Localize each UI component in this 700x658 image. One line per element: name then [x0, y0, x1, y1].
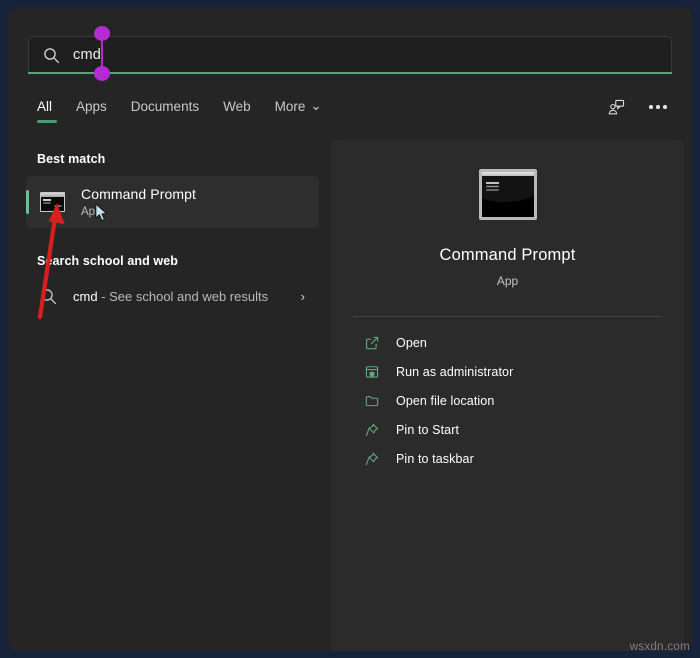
tab-more[interactable]: More ⌄ [275, 99, 337, 124]
action-open-file-location[interactable]: Open file location [341, 387, 672, 415]
windows-search-panel: cmd All Apps Documents Web Mor [8, 7, 692, 651]
result-item-subtitle: App [81, 206, 196, 218]
action-run-as-administrator-label: Run as administrator [396, 365, 513, 379]
action-pin-to-taskbar[interactable]: Pin to taskbar [341, 445, 672, 473]
preview-app-title: Command Prompt [331, 246, 684, 265]
search-box-accent-underline [28, 72, 672, 74]
action-pin-to-start[interactable]: Pin to Start [341, 416, 672, 444]
tab-documents-label: Documents [131, 99, 199, 114]
action-run-as-administrator[interactable]: Run as administrator [341, 358, 672, 386]
results-list: Best match Command Prompt App Search sch… [8, 139, 331, 651]
shield-window-icon [363, 363, 381, 381]
desktop-background: cmd All Apps Documents Web Mor [0, 0, 700, 658]
search-box-container: cmd [28, 36, 672, 74]
watermark: wsxdn.com [630, 641, 690, 653]
tab-more-label: More [275, 99, 306, 114]
tab-apps[interactable]: Apps [76, 99, 122, 123]
web-search-description: - See school and web results [98, 289, 269, 304]
more-options-icon[interactable] [646, 95, 670, 119]
preview-app-subtitle: App [331, 274, 684, 288]
tab-documents[interactable]: Documents [131, 99, 214, 123]
web-search-query: cmd [73, 289, 98, 304]
search-input-value: cmd [73, 48, 101, 63]
tab-apps-label: Apps [76, 99, 107, 114]
web-search-heading: Search school and web [8, 228, 331, 268]
pin-icon [363, 421, 381, 439]
tab-all[interactable]: All [37, 99, 60, 123]
search-input[interactable]: cmd [28, 36, 672, 74]
search-icon [43, 47, 60, 64]
result-item-command-prompt[interactable]: Command Prompt App [26, 176, 319, 228]
result-item-title: Command Prompt [81, 186, 196, 204]
web-search-label: cmd - See school and web results [73, 289, 268, 304]
preview-divider [353, 316, 662, 317]
result-item-text: Command Prompt App [81, 186, 196, 218]
app-actions-list: Open Run as administrator [331, 329, 684, 473]
action-pin-to-start-label: Pin to Start [396, 423, 459, 437]
best-match-heading: Best match [8, 139, 331, 166]
action-open-label: Open [396, 336, 427, 350]
chevron-down-icon: ⌄ [310, 98, 321, 114]
tab-web[interactable]: Web [223, 99, 266, 123]
tab-all-label: All [37, 99, 52, 114]
pin-icon [363, 450, 381, 468]
ellipsis-dots [649, 105, 667, 109]
tab-web-label: Web [223, 99, 251, 114]
feedback-icon[interactable] [604, 95, 628, 119]
command-prompt-icon-large [479, 169, 537, 220]
filter-tabs: All Apps Documents Web More ⌄ [37, 99, 346, 124]
action-open-file-location-label: Open file location [396, 394, 494, 408]
header-action-icons [604, 95, 670, 119]
action-open[interactable]: Open [341, 329, 672, 357]
search-icon [40, 288, 57, 305]
action-pin-to-taskbar-label: Pin to taskbar [396, 452, 474, 466]
app-preview-panel: Command Prompt App Open [331, 139, 684, 651]
open-external-icon [363, 334, 381, 352]
folder-icon [363, 392, 381, 410]
command-prompt-icon [39, 189, 65, 215]
chevron-right-icon: › [301, 290, 305, 303]
result-item-web-search[interactable]: cmd - See school and web results › [26, 277, 319, 315]
